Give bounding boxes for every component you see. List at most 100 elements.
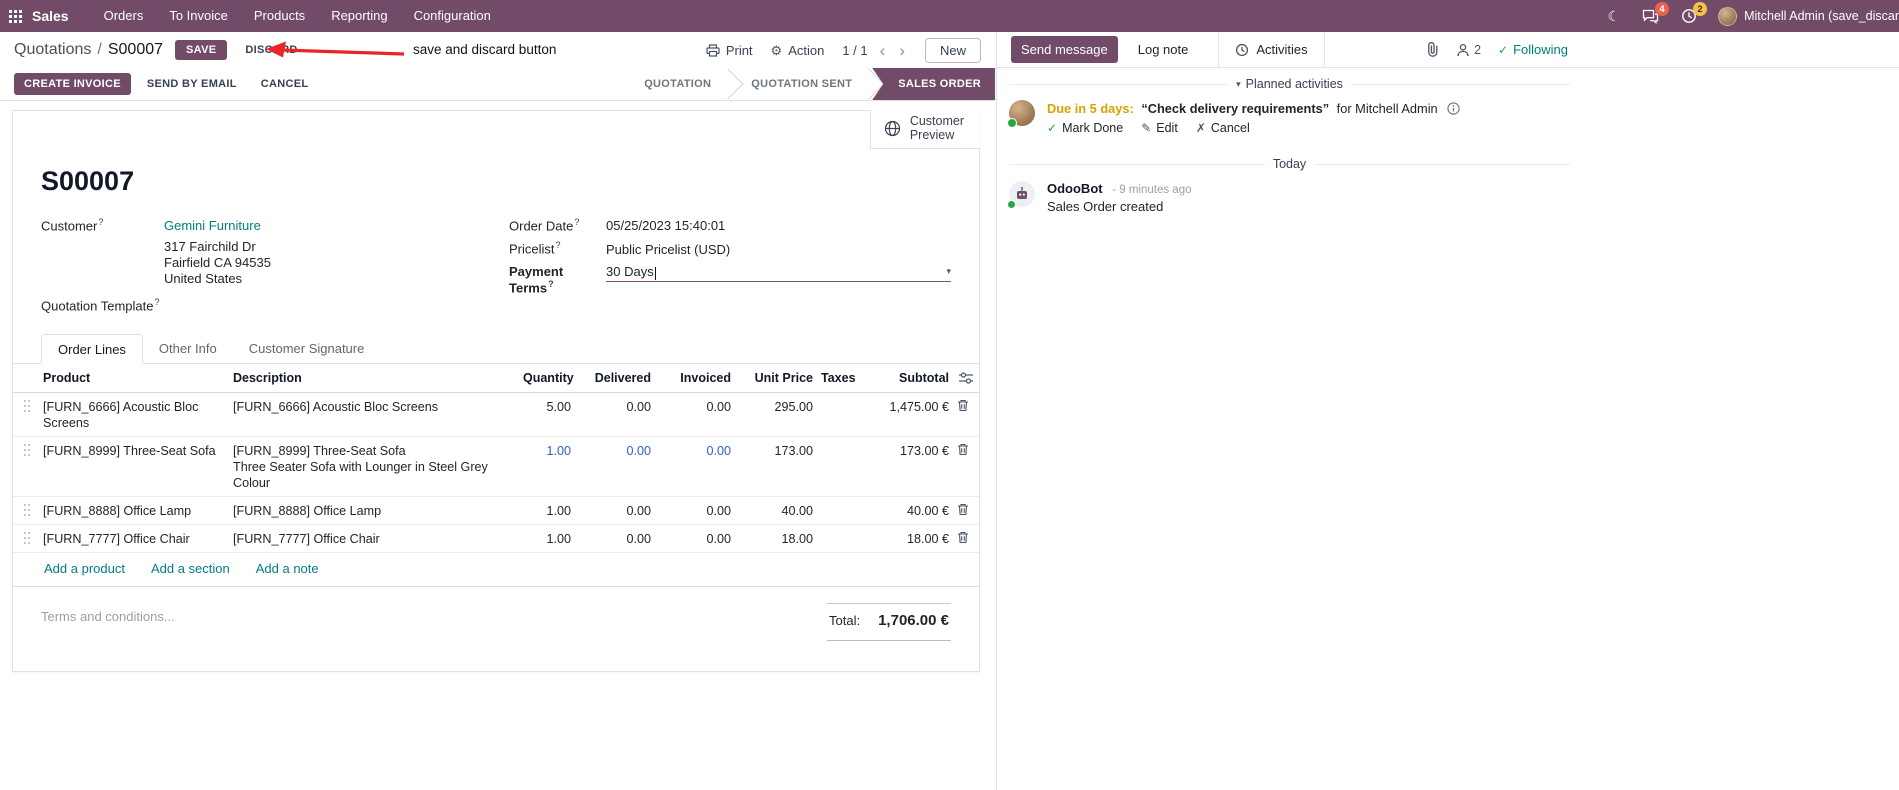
delete-line-icon[interactable]: [957, 443, 975, 456]
cell-unit-price[interactable]: 295.00: [735, 392, 817, 437]
order-date-label: Order Date?: [509, 217, 580, 234]
cell-quantity[interactable]: 1.00: [519, 496, 575, 525]
terms-placeholder[interactable]: Terms and conditions...: [41, 603, 175, 641]
order-title[interactable]: S00007: [41, 166, 951, 197]
delete-line-icon[interactable]: [957, 503, 975, 516]
tab-order-lines[interactable]: Order Lines: [41, 333, 143, 364]
order-line-row[interactable]: [FURN_8888] Office Lamp [FURN_8888] Offi…: [13, 496, 979, 525]
user-name[interactable]: Mitchell Admin (save_discar: [1744, 9, 1899, 23]
cell-taxes[interactable]: [817, 392, 873, 437]
drag-handle-icon[interactable]: [23, 503, 35, 517]
message-author[interactable]: OdooBot: [1047, 181, 1103, 196]
cell-invoiced[interactable]: 0.00: [655, 392, 735, 437]
edit-activity-button[interactable]: ✎ Edit: [1141, 121, 1178, 135]
order-line-row[interactable]: [FURN_8999] Three-Seat Sofa [FURN_8999] …: [13, 436, 979, 497]
cell-product[interactable]: [FURN_7777] Office Chair: [39, 524, 229, 553]
new-button[interactable]: New: [924, 37, 981, 63]
cell-invoiced[interactable]: 0.00: [655, 496, 735, 525]
cell-description[interactable]: [FURN_8999] Three-Seat Sofa Three Seater…: [229, 436, 519, 497]
messages-button[interactable]: 4: [1631, 0, 1670, 32]
customer-value[interactable]: Gemini Furniture: [164, 218, 261, 233]
delete-line-icon[interactable]: [957, 399, 975, 412]
print-button[interactable]: Print: [706, 43, 753, 58]
cell-description[interactable]: [FURN_8888] Office Lamp: [229, 496, 519, 525]
drag-handle-icon[interactable]: [23, 443, 35, 457]
drag-handle-icon[interactable]: [23, 531, 35, 545]
cell-delivered[interactable]: 0.00: [575, 392, 655, 437]
cell-description[interactable]: [FURN_7777] Office Chair: [229, 524, 519, 553]
user-avatar[interactable]: [1718, 6, 1738, 26]
state-quotation[interactable]: QUOTATION: [624, 68, 731, 100]
tab-customer-signature[interactable]: Customer Signature: [233, 334, 381, 364]
dropdown-caret-icon[interactable]: ▾: [946, 266, 951, 276]
cell-unit-price[interactable]: 18.00: [735, 524, 817, 553]
cell-taxes[interactable]: [817, 436, 873, 497]
action-button[interactable]: ⚙ Action: [771, 43, 825, 58]
order-line-row[interactable]: [FURN_6666] Acoustic Bloc Screens [FURN_…: [13, 392, 979, 437]
cancel-activity-button[interactable]: ✗ Cancel: [1196, 121, 1250, 135]
tab-other-info[interactable]: Other Info: [143, 334, 233, 364]
cell-invoiced[interactable]: 0.00: [655, 436, 735, 497]
following-button[interactable]: ✓ Following: [1498, 42, 1568, 57]
odoobot-avatar[interactable]: [1007, 181, 1035, 209]
payment-terms-input[interactable]: 30 Days ▾: [606, 264, 951, 282]
planned-activities-header[interactable]: ▾ Planned activities: [1009, 77, 1570, 91]
cell-description[interactable]: [FURN_6666] Acoustic Bloc Screens: [229, 392, 519, 437]
messages-badge: 4: [1655, 2, 1670, 16]
discard-button[interactable]: DISCARD: [237, 40, 305, 60]
activity-avatar[interactable]: [1007, 100, 1035, 128]
pricelist-value[interactable]: Public Pricelist (USD): [606, 242, 730, 257]
menu-configuration[interactable]: Configuration: [401, 0, 504, 32]
menu-reporting[interactable]: Reporting: [318, 0, 400, 32]
add-section-link[interactable]: Add a section: [151, 561, 230, 576]
apps-menu-button[interactable]: [0, 0, 32, 32]
cell-taxes[interactable]: [817, 524, 873, 553]
cell-delivered[interactable]: 0.00: [575, 496, 655, 525]
pager-previous-icon[interactable]: ‹: [878, 42, 888, 59]
cell-delivered[interactable]: 0.00: [575, 436, 655, 497]
save-button[interactable]: SAVE: [175, 40, 228, 60]
mark-done-button[interactable]: ✓ Mark Done: [1047, 121, 1123, 135]
menu-products[interactable]: Products: [241, 0, 318, 32]
info-icon[interactable]: [1447, 102, 1460, 115]
state-sales-order[interactable]: SALES ORDER: [872, 68, 995, 100]
order-line-row[interactable]: [FURN_7777] Office Chair [FURN_7777] Off…: [13, 524, 979, 553]
menu-to-invoice[interactable]: To Invoice: [156, 0, 241, 32]
app-name[interactable]: Sales: [32, 8, 69, 24]
add-note-link[interactable]: Add a note: [256, 561, 319, 576]
dark-mode-toggle[interactable]: ☾: [1597, 0, 1632, 32]
cancel-button[interactable]: CANCEL: [253, 73, 317, 95]
cell-taxes[interactable]: [817, 496, 873, 525]
optional-columns-button[interactable]: [953, 363, 979, 393]
add-product-link[interactable]: Add a product: [44, 561, 125, 576]
cell-product[interactable]: [FURN_8999] Three-Seat Sofa: [39, 436, 229, 497]
log-note-button[interactable]: Log note: [1130, 36, 1197, 63]
col-header-unit-price: Unit Price: [735, 363, 817, 393]
state-quotation-sent[interactable]: QUOTATION SENT: [731, 68, 872, 100]
pager-next-icon[interactable]: ›: [897, 42, 907, 59]
activities-tab[interactable]: Activities: [1218, 32, 1325, 67]
cell-quantity[interactable]: 1.00: [519, 436, 575, 497]
attachments-button[interactable]: [1426, 42, 1439, 57]
cell-invoiced[interactable]: 0.00: [655, 524, 735, 553]
customer-preview-label: Customer Preview: [909, 114, 964, 143]
breadcrumb-quotations[interactable]: Quotations: [14, 41, 91, 59]
cell-quantity[interactable]: 1.00: [519, 524, 575, 553]
cell-delivered[interactable]: 0.00: [575, 524, 655, 553]
activities-systray-button[interactable]: 2: [1670, 0, 1708, 32]
delete-line-icon[interactable]: [957, 531, 975, 544]
send-message-button[interactable]: Send message: [1011, 36, 1118, 63]
cell-unit-price[interactable]: 40.00: [735, 496, 817, 525]
text-cursor: [654, 266, 657, 280]
customer-preview-button[interactable]: Customer Preview: [869, 110, 980, 149]
cell-quantity[interactable]: 5.00: [519, 392, 575, 437]
order-date-value[interactable]: 05/25/2023 15:40:01: [606, 218, 725, 233]
drag-handle-icon[interactable]: [23, 399, 35, 413]
send-by-email-button[interactable]: SEND BY EMAIL: [139, 73, 245, 95]
menu-orders[interactable]: Orders: [91, 0, 157, 32]
create-invoice-button[interactable]: CREATE INVOICE: [14, 73, 131, 95]
cell-product[interactable]: [FURN_6666] Acoustic Bloc Screens: [39, 392, 229, 437]
followers-button[interactable]: 2: [1456, 43, 1481, 57]
cell-product[interactable]: [FURN_8888] Office Lamp: [39, 496, 229, 525]
cell-unit-price[interactable]: 173.00: [735, 436, 817, 497]
